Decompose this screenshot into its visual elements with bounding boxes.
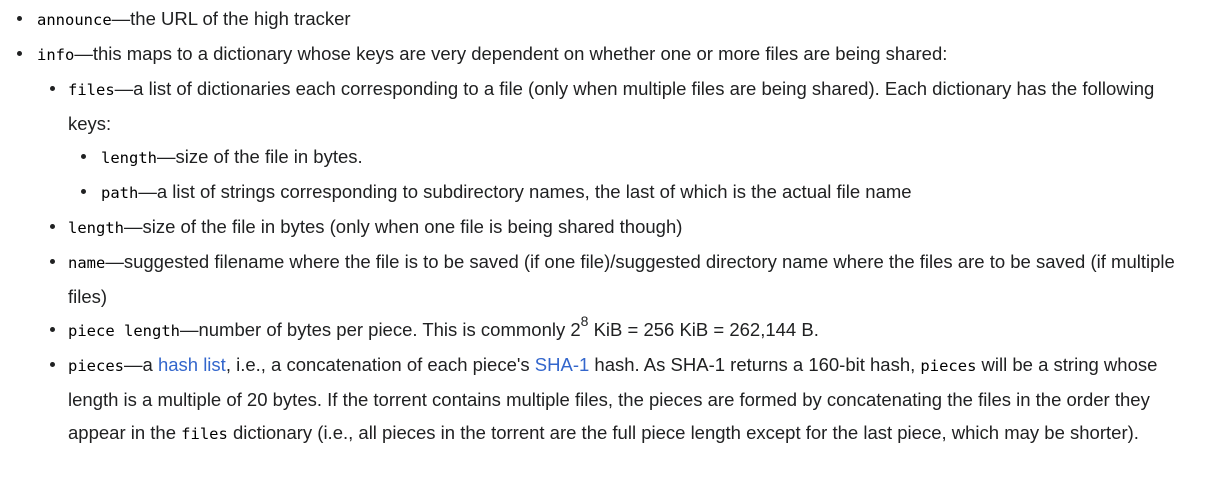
key-files-length: length <box>101 149 157 167</box>
list-item-length: length—size of the file in bytes (only w… <box>0 210 1179 245</box>
piece-length-description: —number of bytes per piece. This is comm… <box>179 319 581 340</box>
name-description: —suggested filename where the file is to… <box>68 251 1175 307</box>
list-item-path: path—a list of strings corresponding to … <box>0 175 1189 210</box>
pieces-text-5: dictionary (i.e., all pieces in the torr… <box>227 422 1139 443</box>
files-keys-list: length—size of the file in bytes. path—a… <box>0 140 1209 210</box>
inline-code-pieces: pieces <box>920 357 977 375</box>
info-description: —this maps to a dictionary whose keys ar… <box>74 43 948 64</box>
inline-code-files: files <box>181 425 228 443</box>
list-item-files: files—a list of dictionaries each corres… <box>0 72 1179 140</box>
announce-description: —the URL of the high tracker <box>111 8 351 29</box>
key-path: path <box>101 184 139 202</box>
files-description: —a list of dictionaries each correspondi… <box>68 78 1155 134</box>
piece-length-description-end: KiB = 256 KiB = 262,144 B. <box>588 319 819 340</box>
length-description: —size of the file in bytes (only when on… <box>124 216 683 237</box>
pieces-text-1: —a <box>124 354 158 375</box>
key-length: length <box>68 219 124 237</box>
list-item-files-length: length—size of the file in bytes. <box>0 140 1189 175</box>
top-level-list: announce—the URL of the high tracker inf… <box>0 2 1209 72</box>
list-item-announce: announce—the URL of the high tracker <box>0 2 1209 37</box>
info-keys-list-continued: length—size of the file in bytes (only w… <box>0 210 1209 451</box>
exponent: 8 <box>580 312 589 329</box>
key-name: name <box>68 254 106 272</box>
list-item-info: info—this maps to a dictionary whose key… <box>0 37 1209 72</box>
key-piece-length: piece length <box>68 322 180 340</box>
path-description: —a list of strings corresponding to subd… <box>138 181 912 202</box>
article-body: announce—the URL of the high tracker inf… <box>0 0 1209 451</box>
list-item-piece-length: piece length—number of bytes per piece. … <box>0 313 1179 348</box>
pieces-text-2: , i.e., a concatenation of each piece's <box>225 354 535 375</box>
key-pieces: pieces <box>68 357 124 375</box>
sha1-link[interactable]: SHA-1 <box>535 354 590 375</box>
list-item-name: name—suggested filename where the file i… <box>0 245 1179 313</box>
hash-list-link[interactable]: hash list <box>158 354 226 375</box>
key-info: info <box>37 46 75 64</box>
key-announce: announce <box>37 11 112 29</box>
pieces-text-3: hash. As SHA-1 returns a 160-bit hash, <box>589 354 921 375</box>
list-item-pieces: pieces—a hash list, i.e., a concatenatio… <box>0 348 1179 451</box>
key-files: files <box>68 81 115 99</box>
info-keys-list: files—a list of dictionaries each corres… <box>0 72 1209 140</box>
files-length-description: —size of the file in bytes. <box>157 146 363 167</box>
